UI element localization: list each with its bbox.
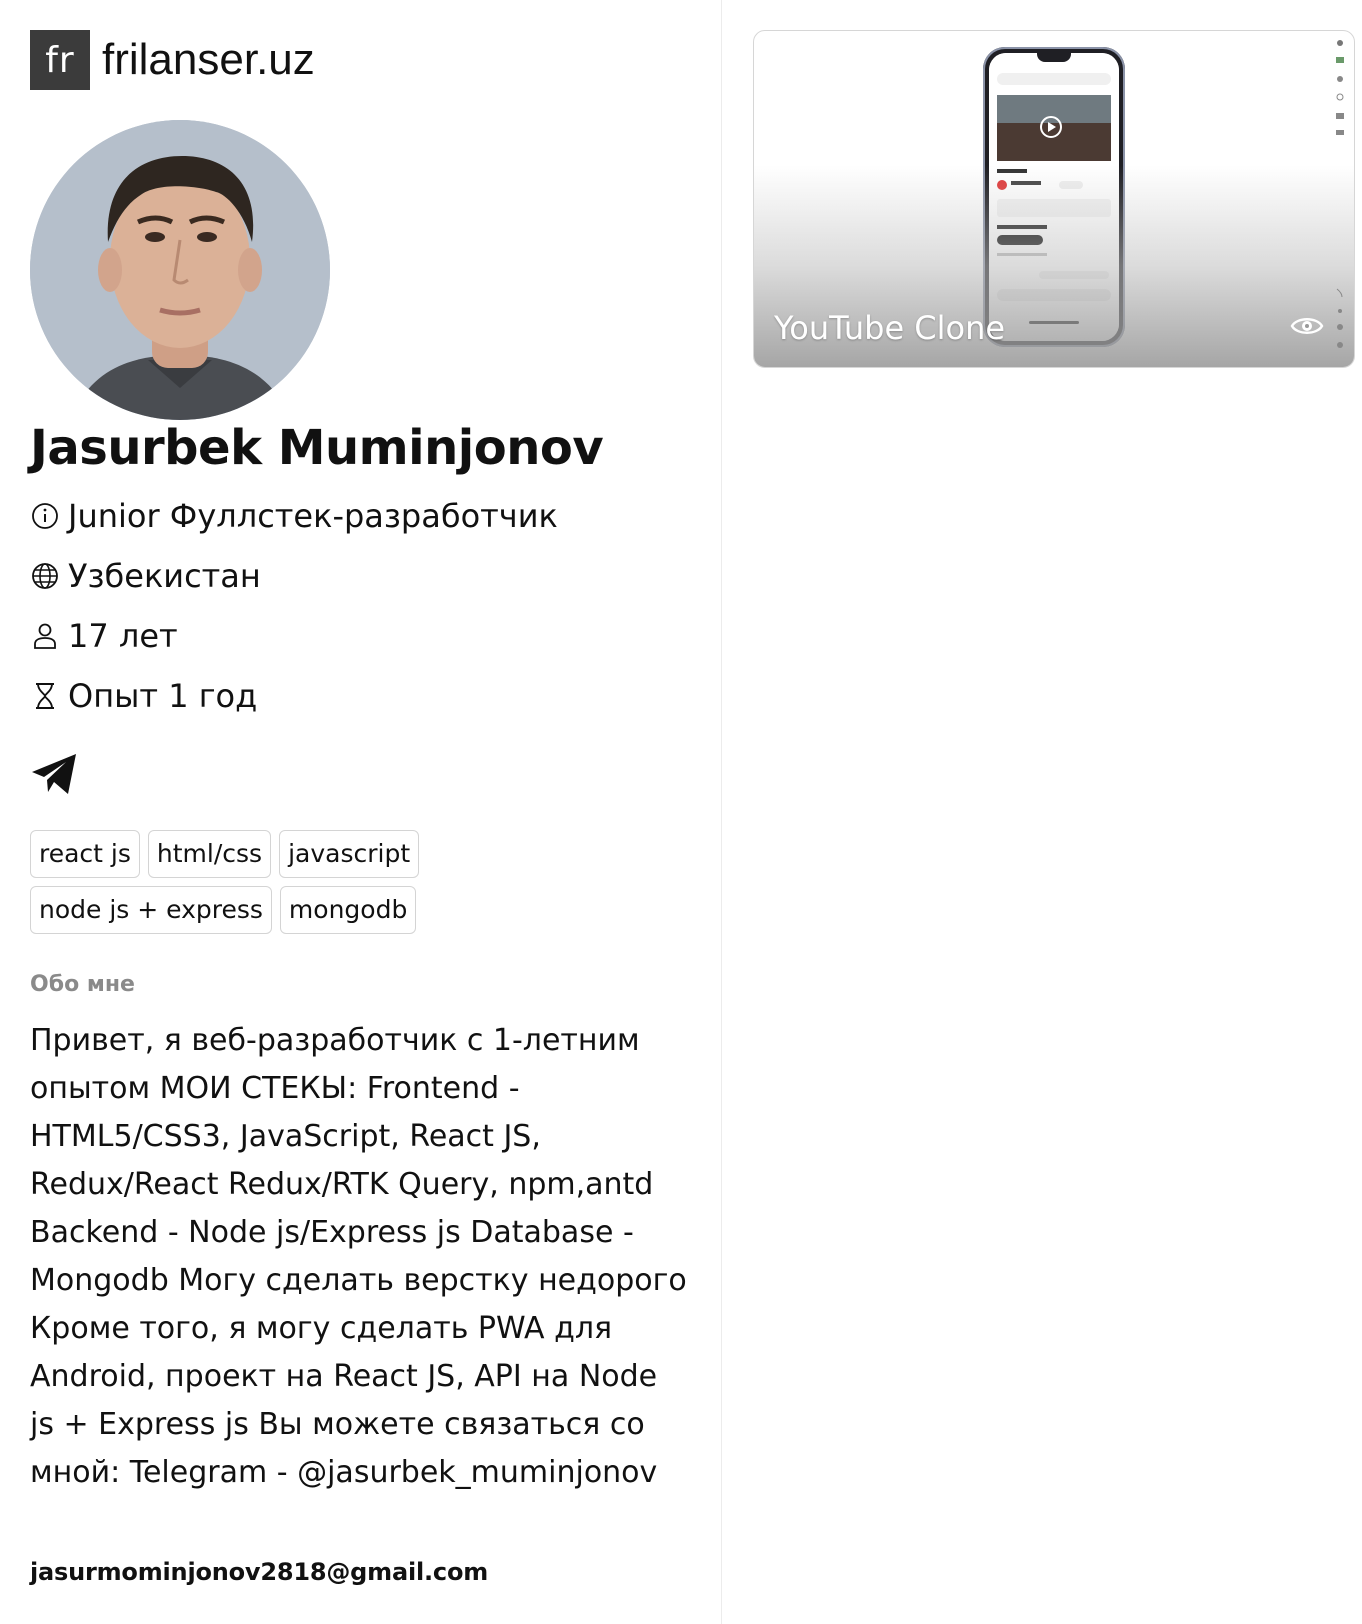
- profile-title: Junior Фуллстек-разработчик: [68, 497, 558, 535]
- skill-tag[interactable]: react js: [30, 830, 140, 878]
- hourglass-icon: [36, 683, 54, 709]
- profile-country-row: Узбекистан: [30, 557, 261, 595]
- logo-mark: fr: [30, 30, 90, 90]
- project-title: YouTube Clone: [774, 309, 1006, 347]
- project-card[interactable]: YouTube Clone: [753, 30, 1355, 368]
- about-label: Обо мне: [30, 972, 135, 997]
- profile-experience: Опыт 1 год: [68, 677, 258, 715]
- profile-page: fr frilanser.uz Jasurbek Muminjonov Juni…: [0, 0, 1362, 1624]
- projects-panel: YouTube Clone: [723, 0, 1362, 1624]
- user-icon: [34, 623, 56, 649]
- profile-name: Jasurbek Muminjonov: [30, 420, 604, 476]
- globe-icon: [32, 563, 58, 589]
- profile-panel: fr frilanser.uz Jasurbek Muminjonov Juni…: [0, 0, 722, 1624]
- profile-age: 17 лет: [68, 617, 178, 655]
- avatar: [30, 120, 330, 420]
- screenshot-toolbar: [1336, 40, 1344, 348]
- telegram-icon[interactable]: [30, 752, 80, 796]
- email-link[interactable]: jasurmominjonov2818@gmail.com: [30, 1558, 488, 1586]
- skill-tag[interactable]: node js + express: [30, 886, 272, 934]
- profile-title-row: Junior Фуллстек-разработчик: [30, 497, 558, 535]
- skill-tag[interactable]: javascript: [279, 830, 420, 878]
- avatar-photo: [30, 120, 330, 420]
- profile-age-row: 17 лет: [30, 617, 178, 655]
- info-icon: [32, 503, 58, 529]
- profile-country: Узбекистан: [68, 557, 261, 595]
- skill-tag[interactable]: mongodb: [279, 886, 417, 934]
- site-logo[interactable]: fr frilanser.uz: [30, 30, 315, 90]
- skill-tag[interactable]: html/css: [147, 830, 272, 878]
- logo-text: frilanser.uz: [102, 35, 315, 84]
- eye-icon[interactable]: [1290, 313, 1324, 339]
- profile-experience-row: Опыт 1 год: [30, 677, 257, 715]
- skills-list: react js html/css javascript node js + e…: [30, 830, 660, 934]
- about-text: Привет, я веб-разработчик с 1-летним опы…: [30, 1023, 687, 1490]
